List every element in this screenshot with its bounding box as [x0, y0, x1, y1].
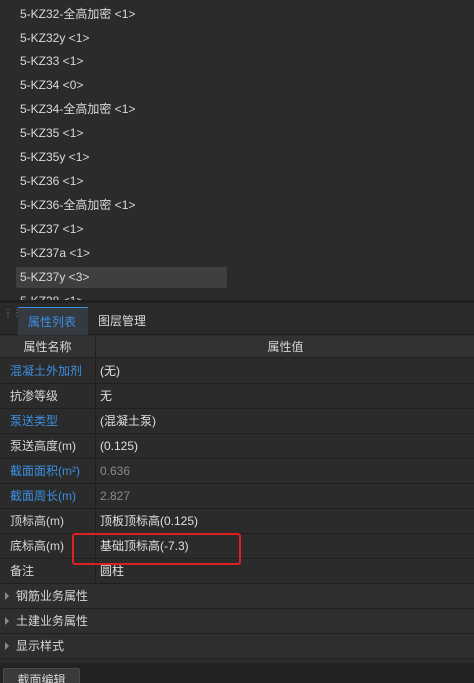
- property-value[interactable]: 无: [97, 384, 474, 408]
- property-name: 截面面积(m²): [0, 459, 96, 483]
- property-row[interactable]: 底标高(m) 基础顶标高(-7.3): [0, 534, 474, 559]
- list-item[interactable]: 5-KZ37a <1>: [16, 243, 227, 264]
- property-row[interactable]: 截面周长(m) 2.827: [0, 484, 474, 509]
- section-label: 土建业务属性: [16, 614, 89, 628]
- property-name: 泵送高度(m): [0, 434, 96, 458]
- property-value: 0.636: [100, 464, 131, 478]
- list-item[interactable]: 5-KZ35 <1>: [16, 123, 227, 144]
- property-name: 底标高(m): [0, 534, 96, 558]
- expand-arrow-icon[interactable]: [5, 642, 9, 650]
- list-item[interactable]: 5-KZ32y <1>: [16, 28, 227, 49]
- edit-section-button[interactable]: 截面编辑: [3, 668, 80, 683]
- property-value[interactable]: (0.125): [97, 434, 474, 458]
- property-row[interactable]: 顶标高(m) 顶板顶标高(0.125): [0, 509, 474, 534]
- property-value[interactable]: (混凝土泵): [97, 409, 474, 433]
- expand-arrow-icon[interactable]: [5, 592, 9, 600]
- section-display-style[interactable]: 显示样式: [0, 634, 474, 659]
- list-item[interactable]: 5-KZ35y <1>: [16, 147, 227, 168]
- list-item-selected[interactable]: 5-KZ37y <3>: [16, 267, 227, 288]
- list-item[interactable]: 5-KZ32-全高加密 <1>: [16, 4, 227, 25]
- section-civil-properties[interactable]: 土建业务属性: [0, 609, 474, 634]
- property-value[interactable]: (无): [97, 359, 474, 383]
- list-item[interactable]: 5-KZ34 <0>: [16, 75, 227, 96]
- drag-grip-icon[interactable]: ⋮⋮: [3, 309, 22, 326]
- property-row[interactable]: 混凝土外加剂 (无): [0, 359, 474, 384]
- property-name: 泵送类型: [0, 409, 96, 433]
- property-value[interactable]: 顶板顶标高(0.125): [97, 509, 474, 533]
- property-name: 截面周长(m): [0, 484, 96, 508]
- property-name: 抗渗等级: [0, 384, 96, 408]
- list-item[interactable]: 5-KZ38 <1>: [16, 291, 227, 300]
- bottom-bar: 截面编辑: [0, 663, 474, 683]
- property-row[interactable]: 截面面积(m²) 0.636: [0, 459, 474, 484]
- header-value: 属性值: [267, 340, 304, 354]
- property-value: 2.827: [100, 489, 131, 503]
- property-value[interactable]: 基础顶标高(-7.3): [97, 534, 474, 558]
- property-value[interactable]: 圆柱: [97, 559, 474, 583]
- property-row[interactable]: 抗渗等级 无: [0, 384, 474, 409]
- property-name: 备注: [0, 559, 96, 583]
- property-name: 顶标高(m): [0, 509, 96, 533]
- list-item[interactable]: 5-KZ36-全高加密 <1>: [16, 195, 227, 216]
- header-name: 属性名称: [0, 336, 96, 358]
- property-row[interactable]: 备注 圆柱: [0, 559, 474, 584]
- tab-properties[interactable]: 属性列表: [18, 307, 88, 335]
- tab-bar: ⋮⋮ 属性列表 图层管理: [0, 303, 474, 335]
- tab-layers[interactable]: 图层管理: [88, 307, 156, 335]
- property-row[interactable]: 泵送类型 (混凝土泵): [0, 409, 474, 434]
- list-item[interactable]: 5-KZ33 <1>: [16, 51, 227, 72]
- grid-header: 属性名称 属性值: [0, 336, 474, 358]
- expand-arrow-icon[interactable]: [5, 617, 9, 625]
- component-list: 5-KZ32-全高加密 <1> 5-KZ32y <1> 5-KZ33 <1> 5…: [0, 0, 474, 300]
- property-name: 混凝土外加剂: [0, 359, 96, 383]
- section-label: 钢筋业务属性: [16, 589, 89, 603]
- property-row[interactable]: 泵送高度(m) (0.125): [0, 434, 474, 459]
- section-rebar-properties[interactable]: 钢筋业务属性: [0, 584, 474, 609]
- list-item[interactable]: 5-KZ37 <1>: [16, 219, 227, 240]
- section-label: 显示样式: [16, 639, 65, 653]
- list-item[interactable]: 5-KZ36 <1>: [16, 171, 227, 192]
- list-item[interactable]: 5-KZ34-全高加密 <1>: [16, 99, 227, 120]
